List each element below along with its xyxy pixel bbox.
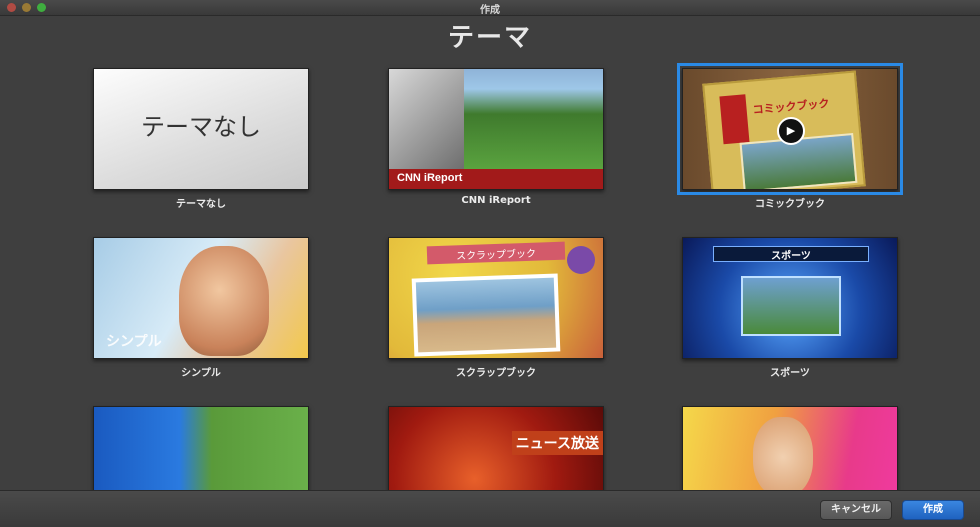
- theme-tile-sports[interactable]: スポーツ スポーツ: [682, 237, 898, 379]
- theme-tile-bright[interactable]: [682, 406, 898, 490]
- girl-photo: [179, 246, 269, 356]
- theme-grid: テーマなし テーマなし CNN iReport CNN iReport コミック…: [0, 0, 980, 490]
- theme-thumbnail[interactable]: コミックブック ▶: [677, 63, 903, 195]
- theme-thumbnail[interactable]: [682, 406, 898, 490]
- flower-icon: [567, 246, 595, 274]
- theme-thumbnail[interactable]: スポーツ: [682, 237, 898, 359]
- globe-graphic: [389, 69, 464, 169]
- theme-tile-cnn-ireport[interactable]: CNN iReport CNN iReport: [388, 68, 604, 206]
- scrapbook-banner: スクラップブック: [426, 241, 566, 265]
- thumbnail-text: テーマなし: [141, 113, 261, 141]
- park-photo: [459, 69, 603, 169]
- thumbnail-text: スポーツ: [771, 251, 811, 262]
- scrapbook-photo: [411, 273, 561, 357]
- cancel-button[interactable]: キャンセル: [820, 500, 892, 520]
- cnn-banner: CNN iReport: [389, 169, 603, 189]
- create-button[interactable]: 作成: [902, 500, 964, 520]
- thumbnail-text: コミックブック: [752, 96, 830, 117]
- theme-tile-comic-book[interactable]: コミックブック ▶ コミックブック: [677, 63, 903, 210]
- thumbnail-text: シンプル: [106, 334, 162, 350]
- comic-red-panel: [719, 94, 750, 145]
- theme-thumbnail[interactable]: ニュース放送: [388, 406, 604, 490]
- theme-thumbnail[interactable]: [93, 406, 309, 490]
- thumbnail-text: スクラップブック: [455, 248, 537, 263]
- theme-thumbnail[interactable]: シンプル: [93, 237, 309, 359]
- sports-photo: [741, 276, 841, 336]
- theme-tile-travel[interactable]: [93, 406, 309, 490]
- play-icon[interactable]: ▶: [777, 117, 805, 145]
- girl-photo: [753, 417, 813, 490]
- theme-thumbnail[interactable]: テーマなし: [93, 68, 309, 190]
- theme-tile-simple[interactable]: シンプル シンプル: [93, 237, 309, 379]
- theme-thumbnail[interactable]: CNN iReport: [388, 68, 604, 190]
- theme-label: コミックブック: [755, 199, 825, 210]
- theme-tile-none[interactable]: テーマなし テーマなし: [93, 68, 309, 210]
- theme-tile-scrapbook[interactable]: スクラップブック スクラップブック: [388, 237, 604, 379]
- theme-thumbnail[interactable]: スクラップブック: [388, 237, 604, 359]
- thumbnail-text: CNN iReport: [397, 172, 463, 184]
- theme-label: CNN iReport: [461, 195, 531, 206]
- theme-label: スポーツ: [770, 368, 810, 379]
- footer-bar: キャンセル 作成: [0, 490, 980, 527]
- theme-label: スクラップブック: [456, 368, 536, 379]
- theme-label: テーマなし: [176, 199, 226, 210]
- sports-banner: スポーツ: [713, 246, 869, 262]
- theme-tile-news[interactable]: ニュース放送: [388, 406, 604, 490]
- thumbnail-text: ニュース放送: [511, 431, 603, 455]
- theme-label: シンプル: [181, 368, 221, 379]
